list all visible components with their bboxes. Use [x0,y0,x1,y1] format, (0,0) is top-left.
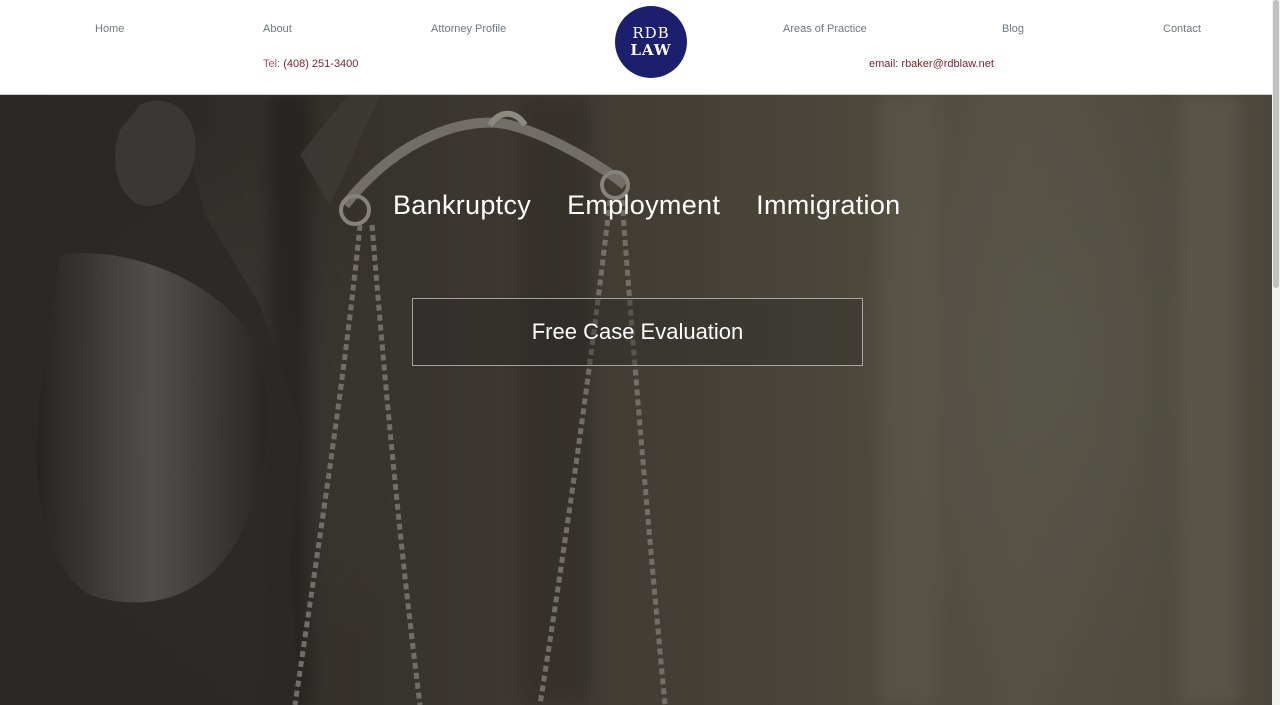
hero-banner: Bankruptcy Employment Immigration Free C… [0,95,1272,705]
nav-about[interactable]: About [263,23,292,35]
nav-attorney-profile[interactable]: Attorney Profile [431,23,506,35]
hero-dim-overlay [0,95,1272,705]
logo-text-top: RDB [632,24,670,42]
nav-contact[interactable]: Contact [1163,23,1201,35]
phone-line[interactable]: Tel: (408) 251-3400 [263,58,358,70]
email-prefix: email: [869,58,899,70]
practice-employment: Employment [567,190,721,220]
practice-immigration: Immigration [756,190,901,220]
site-header: Home About Attorney Profile RDB LAW Area… [0,0,1272,95]
page-scrollbar[interactable] [1272,0,1280,705]
logo-text-bottom: LAW [630,41,672,59]
practice-bankruptcy: Bankruptcy [393,190,532,220]
nav-blog[interactable]: Blog [1002,23,1024,35]
email-line[interactable]: email: rbaker@rdblaw.net [869,58,994,70]
nav-home[interactable]: Home [95,23,124,35]
phone-prefix: Tel: [263,58,281,70]
scrollbar-thumb[interactable] [1273,0,1279,288]
email-address[interactable]: rbaker@rdblaw.net [901,58,994,70]
free-case-evaluation-button[interactable]: Free Case Evaluation [412,298,863,366]
rdb-law-logo[interactable]: RDB LAW [615,6,687,78]
nav-areas-of-practice[interactable]: Areas of Practice [783,23,867,35]
practice-areas: Bankruptcy Employment Immigration [393,190,900,221]
phone-number[interactable]: (408) 251-3400 [283,58,358,70]
